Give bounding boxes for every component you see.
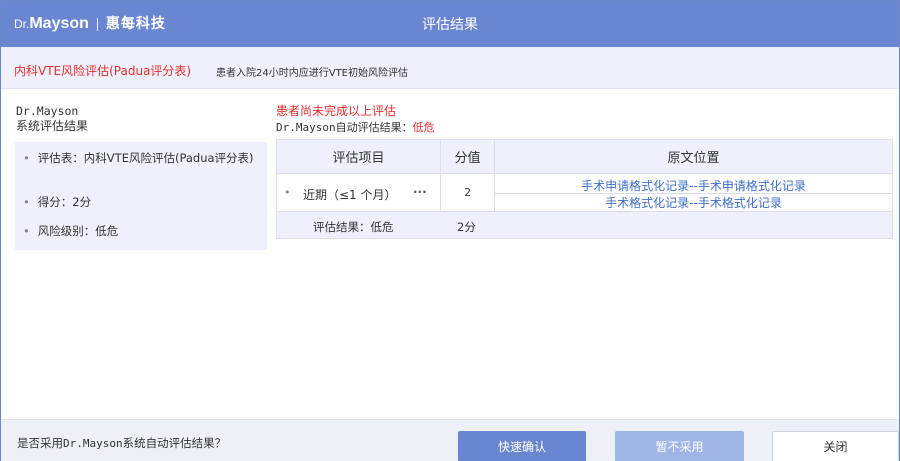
bullet-icon: • bbox=[284, 186, 291, 199]
table-row-sources: 手术申请格式化记录--手术申请格式化记录 手术格式化记录--手术格式化记录 bbox=[495, 174, 892, 212]
column-header-source: 原文位置 bbox=[495, 140, 892, 174]
item-text: 近期（≤1 个月） bbox=[303, 188, 397, 202]
close-button[interactable]: 关闭 bbox=[772, 431, 899, 461]
bullet-icon: • bbox=[23, 195, 30, 209]
quick-confirm-button[interactable]: 快速确认 bbox=[458, 431, 586, 461]
assessment-table: 评估项目 分值 原文位置 • 近期（≤1 个月） ··· 2 手术申请格式化记录… bbox=[276, 139, 893, 239]
result-item-risk: • 风险级别：低危 bbox=[23, 224, 119, 238]
column-header-item: 评估项目 bbox=[277, 140, 441, 174]
form-hint: 患者入院24小时内应进行VTE初始风险评估 bbox=[216, 68, 408, 79]
result-score: 2分 bbox=[457, 220, 476, 234]
column-header-score: 分值 bbox=[441, 140, 495, 174]
system-result-heading: Dr.Mayson 系统评估结果 bbox=[16, 104, 89, 133]
result-label: 评估结果：低危 bbox=[313, 220, 394, 234]
system-result-panel: • 评估表：内科VTE风险评估(Padua评分表) • 得分：2分 • 风险级别：低危 bbox=[15, 142, 267, 250]
title-bar: Dr. Mayson 惠每科技 评估结果 bbox=[1, 1, 899, 47]
incomplete-warning: 患者尚未完成以上评估 bbox=[276, 104, 397, 118]
result-item-form: • 评估表：内科VTE风险评估(Padua评分表) bbox=[23, 151, 254, 165]
assessment-dialog: Dr. Mayson 惠每科技 评估结果 内科VTE风险评估(Padua评分表)… bbox=[0, 0, 900, 461]
table-result-row: 评估结果：低危 2分 bbox=[277, 212, 892, 238]
result-item-score: • 得分：2分 bbox=[23, 195, 92, 209]
table-row-score: 2 bbox=[441, 174, 495, 212]
bullet-icon: • bbox=[23, 151, 30, 165]
adopt-question: 是否采用Dr.Mayson系统自动评估结果？ bbox=[17, 436, 227, 450]
not-adopt-button[interactable]: 暂不采用 bbox=[615, 431, 744, 461]
dialog-footer: 是否采用Dr.Mayson系统自动评估结果？ 快速确认 暂不采用 关闭 bbox=[1, 419, 899, 461]
auto-result-value: 低危 bbox=[412, 121, 435, 134]
form-name: 内科VTE风险评估(Padua评分表) bbox=[14, 64, 192, 78]
auto-result-line: Dr.Mayson自动评估结果：低危 bbox=[276, 121, 435, 134]
bullet-icon: • bbox=[23, 224, 30, 238]
source-link-surgery[interactable]: 手术格式化记录--手术格式化记录 bbox=[495, 194, 892, 211]
more-icon[interactable]: ··· bbox=[413, 185, 427, 199]
form-info-bar: 内科VTE风险评估(Padua评分表) 患者入院24小时内应进行VTE初始风险评… bbox=[1, 47, 899, 89]
table-row-item: • 近期（≤1 个月） ··· bbox=[277, 174, 441, 212]
source-link-surgery-request[interactable]: 手术申请格式化记录--手术申请格式化记录 bbox=[495, 177, 892, 194]
dialog-title: 评估结果 bbox=[422, 17, 478, 33]
